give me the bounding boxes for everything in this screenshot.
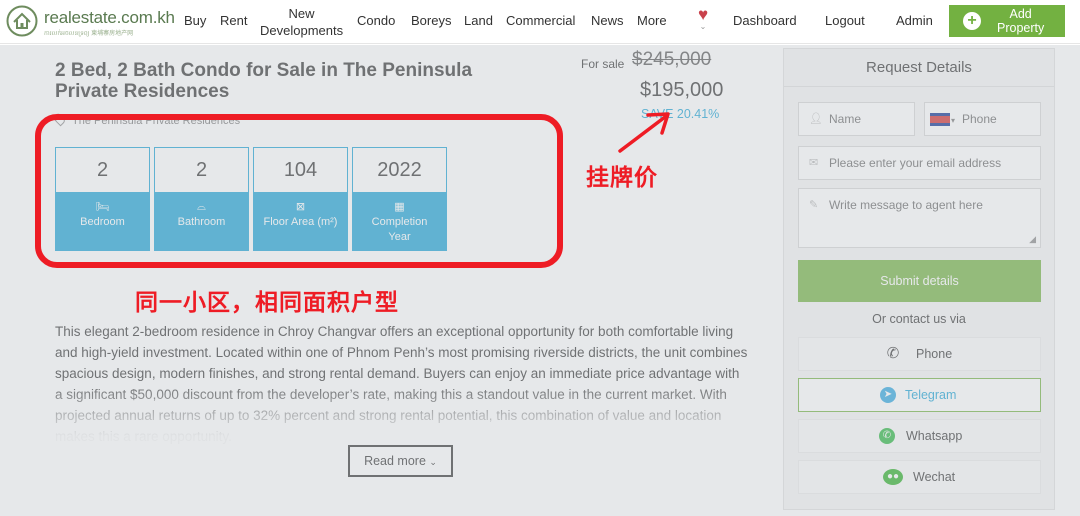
for-sale-label: For sale: [581, 57, 625, 71]
stat-lower: ⌓ Bathroom: [155, 192, 248, 250]
location-label: The Peninsula Private Residences: [72, 115, 241, 127]
stat-value: 2: [96, 159, 109, 181]
nav-buy[interactable]: Buy: [184, 13, 206, 28]
email-input[interactable]: ✉ Please enter your email address: [798, 146, 1041, 180]
stat-value: 2: [195, 159, 208, 181]
request-details-panel: Request Details 👤︎ Name ▾ Phone ✉ Please…: [783, 48, 1055, 510]
nav-news[interactable]: News: [591, 13, 624, 28]
contact-via-label: Or contact us via: [872, 312, 966, 326]
message-textarea[interactable]: ✎ Write message to agent here ◢: [798, 188, 1041, 248]
plus-icon: +: [963, 12, 981, 30]
email-placeholder: Please enter your email address: [829, 156, 1002, 170]
country-dropdown-icon: ▾: [951, 116, 956, 125]
bed-icon: 🛏︎: [95, 201, 110, 213]
nav-admin[interactable]: Admin: [896, 13, 933, 28]
chevron-down-icon: ⌄: [699, 22, 707, 31]
map-pin-icon: [52, 111, 67, 127]
savings-badge: SAVE 20.41%: [641, 107, 720, 121]
house-logo-icon: [6, 5, 38, 37]
stat-bathroom: 2 ⌓ Bathroom: [154, 147, 249, 251]
contact-label: Telegram: [905, 388, 957, 402]
stat-label: Bedroom: [80, 216, 125, 228]
contact-phone-button[interactable]: ✆ Phone: [798, 337, 1041, 371]
message-placeholder: Write message to agent here: [829, 198, 983, 212]
resize-handle-icon[interactable]: ◢: [1029, 234, 1036, 245]
stat-lower: 🛏︎ Bedroom: [56, 192, 149, 250]
phone-placeholder: Phone: [962, 112, 997, 126]
read-more-label: Read more: [364, 454, 426, 468]
wechat-icon: ●●: [883, 469, 903, 485]
stat-label: Floor Area (m²): [263, 216, 338, 228]
stat-floor-area: 104 ⊠ Floor Area (m²): [253, 147, 348, 251]
listing-location[interactable]: The Peninsula Private Residences: [52, 111, 241, 127]
logo-tagline: ការលក់អចលនទ្រព្យ 柬埔寨房地产网: [44, 31, 134, 37]
pencil-icon: ✎: [809, 199, 819, 211]
nav-new-developments-line2: Developments: [260, 23, 344, 38]
stat-value: 104: [283, 159, 318, 181]
contact-wechat-button[interactable]: ●● Wechat: [798, 460, 1041, 494]
name-input[interactable]: 👤︎ Name: [798, 102, 915, 136]
envelope-icon: ✉: [809, 157, 819, 169]
description-fade: [45, 385, 765, 445]
nav-rent[interactable]: Rent: [220, 13, 247, 28]
nav-more[interactable]: More: [637, 13, 667, 28]
contact-label: Phone: [916, 347, 953, 361]
add-property-label: Add Property: [997, 7, 1044, 35]
add-property-button[interactable]: + Add Property: [949, 5, 1065, 37]
user-icon: 👤︎: [809, 113, 823, 125]
listing-title: 2 Bed, 2 Bath Condo for Sale in The Peni…: [55, 60, 473, 102]
stat-label: Completion Year: [371, 216, 428, 243]
stat-label: Bathroom: [177, 216, 226, 228]
contact-label: Whatsapp: [906, 429, 963, 443]
nav-boreys[interactable]: Boreys: [411, 13, 451, 28]
top-navigation: realestate.com.kh ការលក់អចលនទ្រព្យ 柬埔寨房地…: [0, 0, 1080, 44]
contact-telegram-button[interactable]: ➤ Telegram: [798, 378, 1041, 412]
stat-completion-year: 2022 ▦ Completion Year: [352, 147, 447, 251]
whatsapp-icon: ✆: [879, 428, 895, 444]
heart-icon: ♥: [697, 5, 709, 24]
stat-lower: ⊠ Floor Area (m²): [254, 192, 347, 250]
phone-input[interactable]: ▾ Phone: [924, 102, 1041, 136]
listing-main: 2 Bed, 2 Bath Condo for Sale in The Peni…: [0, 45, 770, 516]
nav-condo[interactable]: Condo: [357, 13, 395, 28]
favorites-button[interactable]: ♥ ⌄: [694, 6, 712, 32]
nav-logout[interactable]: Logout: [825, 13, 865, 28]
nav-new-developments[interactable]: New Developments: [260, 5, 343, 39]
logo-name: realestate.com.kh: [44, 8, 175, 27]
cambodia-flag-icon[interactable]: [930, 113, 950, 126]
contact-label: Wechat: [913, 470, 956, 484]
phone-icon: ✆: [886, 345, 900, 362]
read-more-button[interactable]: Read more ⌄: [348, 445, 453, 477]
nav-new-developments-line1: New: [288, 6, 315, 21]
stat-value: 2022: [377, 159, 422, 181]
add-property-line2: Property: [997, 21, 1045, 35]
panel-title: Request Details: [784, 49, 1054, 87]
submit-details-button[interactable]: Submit details: [798, 260, 1041, 302]
stat-lower: ▦ Completion Year: [353, 192, 446, 250]
stat-bedroom: 2 🛏︎ Bedroom: [55, 147, 150, 251]
nav-land[interactable]: Land: [464, 13, 493, 28]
telegram-icon: ➤: [880, 387, 896, 403]
floor-area-icon: ⊠: [295, 201, 306, 213]
nav-commercial[interactable]: Commercial: [506, 13, 575, 28]
chevron-down-icon: ⌄: [429, 457, 437, 467]
calendar-icon: ▦: [394, 201, 405, 213]
site-logo[interactable]: realestate.com.kh ការលក់អចលនទ្រព្យ 柬埔寨房地…: [6, 5, 175, 39]
name-placeholder: Name: [829, 112, 862, 126]
original-price: $245,000: [632, 49, 712, 70]
contact-whatsapp-button[interactable]: ✆ Whatsapp: [798, 419, 1041, 453]
current-price: $195,000: [640, 79, 724, 101]
add-property-line1: Add: [1009, 7, 1032, 21]
bathtub-icon: ⌓: [197, 201, 206, 213]
nav-dashboard[interactable]: Dashboard: [733, 13, 797, 28]
